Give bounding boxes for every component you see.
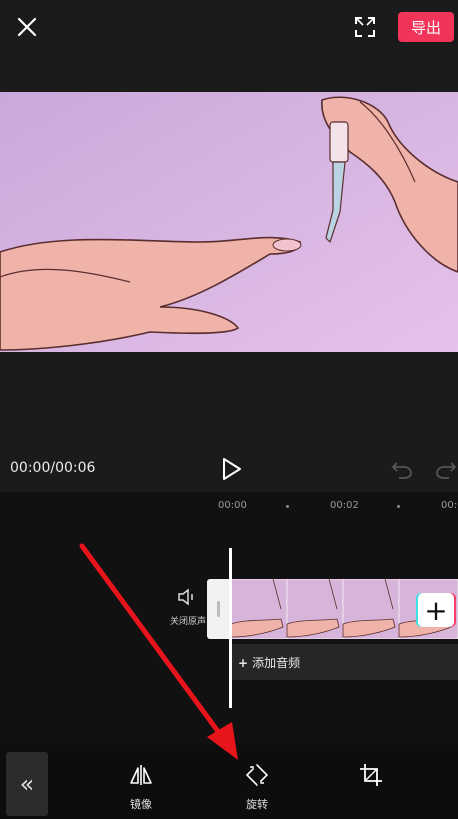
speaker-icon[interactable]: [176, 586, 198, 608]
add-clip-button[interactable]: +: [418, 593, 454, 627]
export-button[interactable]: 导出: [398, 12, 454, 42]
mirror-icon: [130, 765, 152, 785]
rotate-button[interactable]: 旋转: [222, 762, 292, 812]
ruler-dot: [286, 505, 289, 508]
timecode: 00:00/00:06: [10, 460, 96, 476]
double-chevron-left-icon: «: [19, 770, 35, 798]
mirror-label: 镜像: [130, 798, 152, 811]
fullscreen-icon[interactable]: [350, 12, 380, 42]
undo-icon[interactable]: [390, 457, 414, 481]
crop-icon: [360, 764, 382, 786]
ruler-dot: [397, 505, 400, 508]
plus-icon: +: [238, 656, 249, 670]
add-audio-text: 添加音频: [252, 656, 301, 670]
ruler-label: 00:02: [330, 500, 359, 511]
clip-trim-handle[interactable]: [207, 579, 231, 639]
play-icon[interactable]: [218, 455, 244, 483]
rotate-label: 旋转: [246, 798, 268, 811]
close-icon[interactable]: [10, 10, 44, 44]
video-preview: [0, 92, 458, 352]
playhead[interactable]: [229, 548, 232, 708]
crop-button[interactable]: [336, 762, 406, 796]
rotate-icon: [245, 763, 269, 787]
add-audio-label[interactable]: + 添加音频: [238, 654, 300, 671]
mirror-button[interactable]: 镜像: [106, 762, 176, 812]
ruler-label: 00:00: [218, 500, 247, 511]
ruler-label: 00:0: [441, 500, 458, 511]
mute-original-audio-label[interactable]: 关闭原声: [170, 614, 206, 627]
collapse-toolbar-button[interactable]: «: [6, 752, 48, 816]
redo-icon[interactable]: [434, 457, 458, 481]
